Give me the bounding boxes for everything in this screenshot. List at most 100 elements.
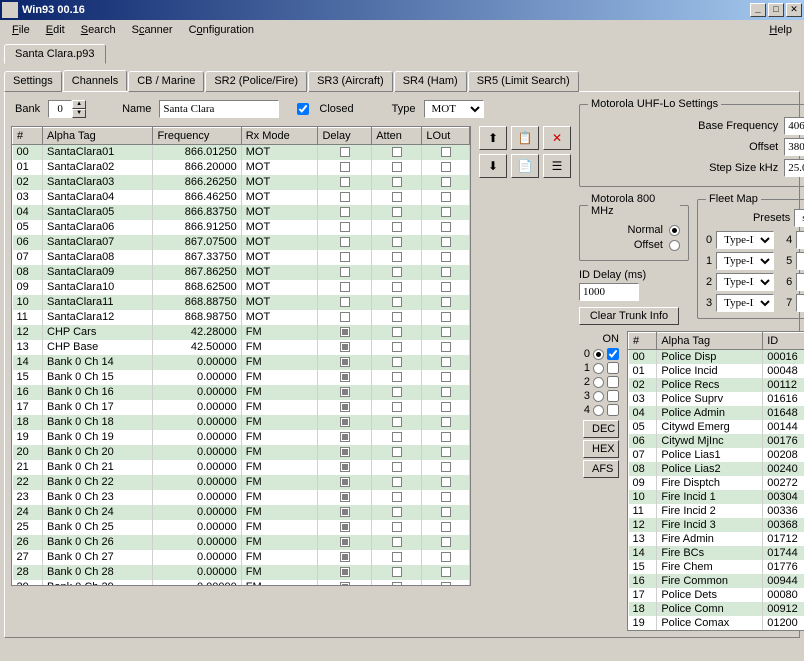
lout-checkbox[interactable] (441, 267, 451, 277)
id-row[interactable]: 08Police Lias200240 (629, 462, 804, 476)
fleet-type-3[interactable]: Type-II (716, 294, 774, 312)
atten-checkbox[interactable] (392, 207, 402, 217)
bank-up[interactable]: ▲ (72, 100, 86, 109)
id-row[interactable]: 03Police Suprv01616 (629, 392, 804, 406)
delay-checkbox[interactable] (340, 537, 350, 547)
id-row[interactable]: 19Police Comax01200 (629, 616, 804, 630)
channel-row[interactable]: 21Bank 0 Ch 210.00000FM (13, 460, 470, 475)
atten-checkbox[interactable] (392, 177, 402, 187)
lout-checkbox[interactable] (441, 342, 451, 352)
delay-checkbox[interactable] (340, 162, 350, 172)
menu-edit[interactable]: Edit (38, 22, 73, 38)
menu-config[interactable]: Configuration (181, 22, 262, 38)
delay-checkbox[interactable] (340, 402, 350, 412)
menu-search[interactable]: Search (73, 22, 124, 38)
id-col-header[interactable]: # (629, 333, 657, 350)
id-row[interactable]: 09Fire Disptch00272 (629, 476, 804, 490)
id-row[interactable]: 02Police Recs00112 (629, 378, 804, 392)
id-col-header[interactable]: Alpha Tag (657, 333, 763, 350)
delay-checkbox[interactable] (340, 237, 350, 247)
step-input[interactable] (784, 159, 804, 177)
menu-help[interactable]: Help (761, 22, 800, 38)
delay-checkbox[interactable] (340, 282, 350, 292)
channel-row[interactable]: 24Bank 0 Ch 240.00000FM (13, 505, 470, 520)
lout-checkbox[interactable] (441, 477, 451, 487)
close-button[interactable]: ✕ (786, 3, 802, 17)
id-row[interactable]: 11Fire Incid 200336 (629, 504, 804, 518)
id-row[interactable]: 16Fire Common00944 (629, 574, 804, 588)
fleet-type-2[interactable]: Type-II (716, 273, 774, 291)
delay-checkbox[interactable] (340, 192, 350, 202)
id-row[interactable]: 06Citywd MjInc00176 (629, 434, 804, 448)
id-row[interactable]: 15Fire Chem01776 (629, 560, 804, 574)
atten-checkbox[interactable] (392, 567, 402, 577)
channel-row[interactable]: 12CHP Cars42.28000FM (13, 325, 470, 340)
hex-button[interactable]: HEX (583, 440, 619, 458)
lout-checkbox[interactable] (441, 252, 451, 262)
fleet-type-0[interactable]: Type-II (716, 231, 774, 249)
atten-checkbox[interactable] (392, 417, 402, 427)
on-radio-1[interactable] (593, 363, 604, 374)
base-freq-input[interactable] (784, 117, 804, 135)
channel-row[interactable]: 07SantaClara08867.33750MOT (13, 250, 470, 265)
clear-trunk-button[interactable]: Clear Trunk Info (579, 307, 679, 325)
atten-checkbox[interactable] (392, 552, 402, 562)
lout-checkbox[interactable] (441, 582, 451, 586)
lout-checkbox[interactable] (441, 462, 451, 472)
lout-checkbox[interactable] (441, 147, 451, 157)
channel-row[interactable]: 25Bank 0 Ch 250.00000FM (13, 520, 470, 535)
id-row[interactable]: 07Police Lias100208 (629, 448, 804, 462)
tab-sr2-police-fire-[interactable]: SR2 (Police/Fire) (205, 71, 307, 92)
lout-checkbox[interactable] (441, 447, 451, 457)
tab-sr4-ham-[interactable]: SR4 (Ham) (394, 71, 467, 92)
on-radio-0[interactable] (593, 349, 604, 360)
atten-checkbox[interactable] (392, 147, 402, 157)
lout-checkbox[interactable] (441, 567, 451, 577)
lout-checkbox[interactable] (441, 357, 451, 367)
delay-checkbox[interactable] (340, 372, 350, 382)
menu-file[interactable]: File (4, 22, 38, 38)
delay-checkbox[interactable] (340, 222, 350, 232)
channel-row[interactable]: 23Bank 0 Ch 230.00000FM (13, 490, 470, 505)
delay-checkbox[interactable] (340, 312, 350, 322)
on-check-1[interactable] (607, 362, 619, 374)
id-row[interactable]: 00Police Disp00016 (629, 350, 804, 364)
delay-checkbox[interactable] (340, 492, 350, 502)
delay-checkbox[interactable] (340, 357, 350, 367)
atten-checkbox[interactable] (392, 372, 402, 382)
copy-button[interactable]: 📋 (511, 126, 539, 150)
id-row[interactable]: 18Police Comn00912 (629, 602, 804, 616)
delay-checkbox[interactable] (340, 507, 350, 517)
on-radio-4[interactable] (593, 405, 604, 416)
channel-row[interactable]: 06SantaClara07867.07500MOT (13, 235, 470, 250)
channel-row[interactable]: 05SantaClara06866.91250MOT (13, 220, 470, 235)
channel-row[interactable]: 29Bank 0 Ch 290.00000FM (13, 580, 470, 587)
lout-checkbox[interactable] (441, 432, 451, 442)
id-col-header[interactable]: ID (763, 333, 804, 350)
lout-checkbox[interactable] (441, 192, 451, 202)
lout-checkbox[interactable] (441, 177, 451, 187)
col-header[interactable]: Alpha Tag (43, 128, 153, 145)
presets-select[interactable]: select... (794, 209, 804, 227)
atten-checkbox[interactable] (392, 267, 402, 277)
atten-checkbox[interactable] (392, 477, 402, 487)
menu-scanner[interactable]: Scanner (124, 22, 181, 38)
lout-checkbox[interactable] (441, 237, 451, 247)
on-radio-2[interactable] (593, 377, 604, 388)
col-header[interactable]: Frequency (153, 128, 241, 145)
atten-checkbox[interactable] (392, 432, 402, 442)
id-row[interactable]: 10Fire Incid 100304 (629, 490, 804, 504)
delay-checkbox[interactable] (340, 582, 350, 586)
channel-row[interactable]: 04SantaClara05866.83750MOT (13, 205, 470, 220)
lout-checkbox[interactable] (441, 507, 451, 517)
atten-checkbox[interactable] (392, 342, 402, 352)
fleet-type-4[interactable]: Type-II (796, 231, 804, 249)
atten-checkbox[interactable] (392, 447, 402, 457)
id-row[interactable]: 17Police Dets00080 (629, 588, 804, 602)
delay-checkbox[interactable] (340, 432, 350, 442)
atten-checkbox[interactable] (392, 252, 402, 262)
channel-row[interactable]: 14Bank 0 Ch 140.00000FM (13, 355, 470, 370)
delay-checkbox[interactable] (340, 477, 350, 487)
delay-checkbox[interactable] (340, 522, 350, 532)
channel-row[interactable]: 10SantaClara11868.88750MOT (13, 295, 470, 310)
